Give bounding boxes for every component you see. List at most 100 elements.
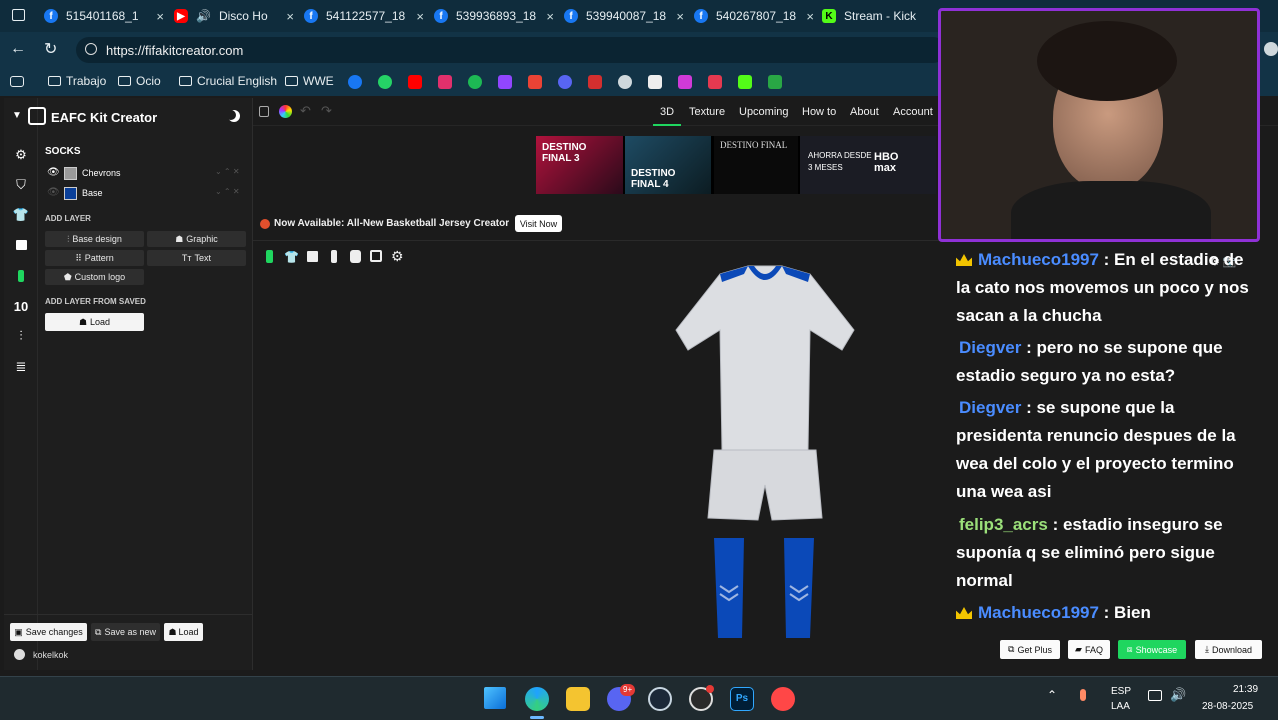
- file-explorer-icon[interactable]: [566, 687, 590, 711]
- close-icon[interactable]: ×: [280, 9, 300, 24]
- app-bookmark-icon[interactable]: [678, 75, 692, 89]
- network-icon[interactable]: [1148, 690, 1162, 701]
- refresh-icon[interactable]: ↻: [44, 39, 57, 59]
- shield-icon[interactable]: ⛉: [14, 177, 28, 192]
- eye-icon[interactable]: 👁: [47, 167, 60, 178]
- layer-color-swatch[interactable]: [64, 187, 77, 200]
- browser-tab[interactable]: f 541122577_18 ×: [304, 4, 430, 28]
- user-avatar[interactable]: [14, 649, 25, 660]
- layer-controls-icon[interactable]: ⌄ ⌃ ✕: [215, 167, 240, 176]
- text-button[interactable]: Tт Text: [147, 250, 246, 266]
- load-small-button[interactable]: ☗ Load: [164, 623, 203, 641]
- browser-tab[interactable]: K Stream - Kick: [822, 4, 934, 28]
- settings-icon[interactable]: ⚙: [14, 147, 28, 162]
- collapse-chevron-icon[interactable]: ▼: [12, 110, 22, 121]
- faq-button[interactable]: ▰ FAQ: [1068, 640, 1110, 659]
- tab-actions-icon[interactable]: [12, 9, 25, 21]
- shirt-icon[interactable]: 👕: [13, 207, 29, 222]
- windows-start-icon[interactable]: [484, 687, 506, 709]
- shirt-part-icon[interactable]: 👕: [284, 250, 299, 264]
- visit-now-button[interactable]: Visit Now: [515, 215, 562, 232]
- layer-row[interactable]: 👁 Base ⌄ ⌃ ✕: [42, 185, 246, 203]
- close-icon[interactable]: ×: [670, 9, 690, 24]
- close-icon[interactable]: ×: [410, 9, 430, 24]
- crest-part-icon[interactable]: [370, 250, 382, 262]
- bookmark-folder-wwe[interactable]: WWE: [285, 74, 334, 88]
- color-wheel-icon[interactable]: [279, 105, 292, 118]
- os-bookmark-icon[interactable]: [588, 75, 602, 89]
- instagram-bookmark-icon[interactable]: [438, 75, 452, 89]
- dark-mode-toggle-icon[interactable]: [228, 110, 240, 122]
- gift-bookmark-icon[interactable]: [768, 75, 782, 89]
- save-changes-button[interactable]: ▣ Save changes: [10, 623, 87, 641]
- ad-banner[interactable]: DESTINO FINAL 3 DESTINO FINAL 4 DESTINO …: [536, 136, 936, 194]
- edge-browser-icon[interactable]: [525, 687, 549, 711]
- discord-bookmark-icon[interactable]: [558, 75, 572, 89]
- browser-tab[interactable]: ▶ 🔊 Disco Ho ×: [174, 4, 300, 28]
- tab-about[interactable]: About: [850, 106, 879, 118]
- clock-date[interactable]: 28-08-2025: [1202, 701, 1253, 712]
- language-indicator[interactable]: ESP: [1111, 686, 1131, 697]
- tab-3d[interactable]: 3D: [660, 106, 674, 118]
- adjustments-icon[interactable]: ⫶: [14, 328, 28, 343]
- spotify-bookmark-icon[interactable]: [468, 75, 482, 89]
- shorts-icon[interactable]: [14, 238, 28, 252]
- eye-off-icon[interactable]: 👁: [47, 187, 60, 198]
- heart-bookmark-icon[interactable]: [708, 75, 722, 89]
- kick-bookmark-icon[interactable]: [738, 75, 752, 89]
- save-as-new-button[interactable]: ⧉ Save as new: [91, 623, 160, 641]
- export-icon[interactable]: [259, 106, 269, 117]
- glove-part-icon[interactable]: [350, 250, 361, 263]
- sock-part-icon[interactable]: [266, 250, 273, 263]
- collections-icon[interactable]: [10, 76, 24, 87]
- pattern-button[interactable]: ⠿ Pattern: [45, 250, 144, 266]
- undo-icon[interactable]: ↶: [300, 103, 311, 119]
- clock-time[interactable]: 21:39: [1233, 684, 1258, 695]
- download-button[interactable]: ⤓ Download: [1195, 640, 1262, 659]
- facebook-bookmark-icon[interactable]: [348, 75, 362, 89]
- layer-row[interactable]: 👁 Chevrons ⌄ ⌃ ✕: [42, 165, 246, 183]
- redo-icon[interactable]: ↷: [321, 103, 332, 119]
- tab-how-to[interactable]: How to: [802, 106, 836, 118]
- kit-3d-preview[interactable]: [660, 260, 870, 645]
- microphone-icon[interactable]: [1080, 689, 1086, 701]
- back-icon[interactable]: ←: [10, 40, 26, 58]
- gmail-bookmark-icon[interactable]: [528, 75, 542, 89]
- load-button[interactable]: ☗ Load: [45, 313, 144, 331]
- browser-tab[interactable]: f 515401168_1 ×: [44, 4, 170, 28]
- graphic-button[interactable]: ☗ Graphic: [147, 231, 246, 247]
- language-indicator-2[interactable]: LAA: [1111, 701, 1130, 712]
- show-hidden-icons[interactable]: ⌃: [1047, 688, 1057, 702]
- tab-texture[interactable]: Texture: [689, 106, 725, 118]
- number-icon[interactable]: 10: [14, 299, 28, 314]
- layer-color-swatch[interactable]: [64, 167, 77, 180]
- twitch-bookmark-icon[interactable]: [498, 75, 512, 89]
- bookmark-folder-trabajo[interactable]: Trabajo: [48, 74, 106, 88]
- photoshop-icon[interactable]: Ps: [730, 687, 754, 711]
- base-design-button[interactable]: ⫶ Base design: [45, 231, 144, 247]
- sock-part-icon[interactable]: [331, 250, 337, 263]
- pdf-bookmark-icon[interactable]: [648, 75, 662, 89]
- browser-tab[interactable]: f 539936893_18 ×: [434, 4, 560, 28]
- custom-logo-button[interactable]: ⬟ Custom logo: [45, 269, 144, 285]
- close-icon[interactable]: ×: [540, 9, 560, 24]
- browser-tab[interactable]: f 540267807_18 ×: [694, 4, 820, 28]
- browser-tab[interactable]: f 539940087_18 ×: [564, 4, 690, 28]
- ea-app-icon[interactable]: [771, 687, 795, 711]
- chatgpt-bookmark-icon[interactable]: [618, 75, 632, 89]
- showcase-button[interactable]: ⧈ Showcase: [1118, 640, 1186, 659]
- bookmark-folder-ocio[interactable]: Ocio: [118, 74, 161, 88]
- youtube-bookmark-icon[interactable]: [408, 75, 422, 89]
- volume-icon[interactable]: 🔊: [1170, 687, 1186, 703]
- shorts-part-icon[interactable]: [307, 251, 318, 262]
- get-plus-button[interactable]: ⧉ Get Plus: [1000, 640, 1060, 659]
- close-icon[interactable]: ×: [150, 9, 170, 24]
- steam-icon[interactable]: [648, 687, 672, 711]
- bookmark-folder-crucial-english[interactable]: Crucial English: [179, 74, 277, 88]
- layer-controls-icon[interactable]: ⌄ ⌃ ✕: [215, 187, 240, 196]
- tab-account[interactable]: Account: [893, 106, 933, 118]
- whatsapp-bookmark-icon[interactable]: [378, 75, 392, 89]
- tab-upcoming[interactable]: Upcoming: [739, 106, 789, 118]
- sock-icon[interactable]: [14, 269, 28, 283]
- profile-icon[interactable]: [1264, 42, 1278, 56]
